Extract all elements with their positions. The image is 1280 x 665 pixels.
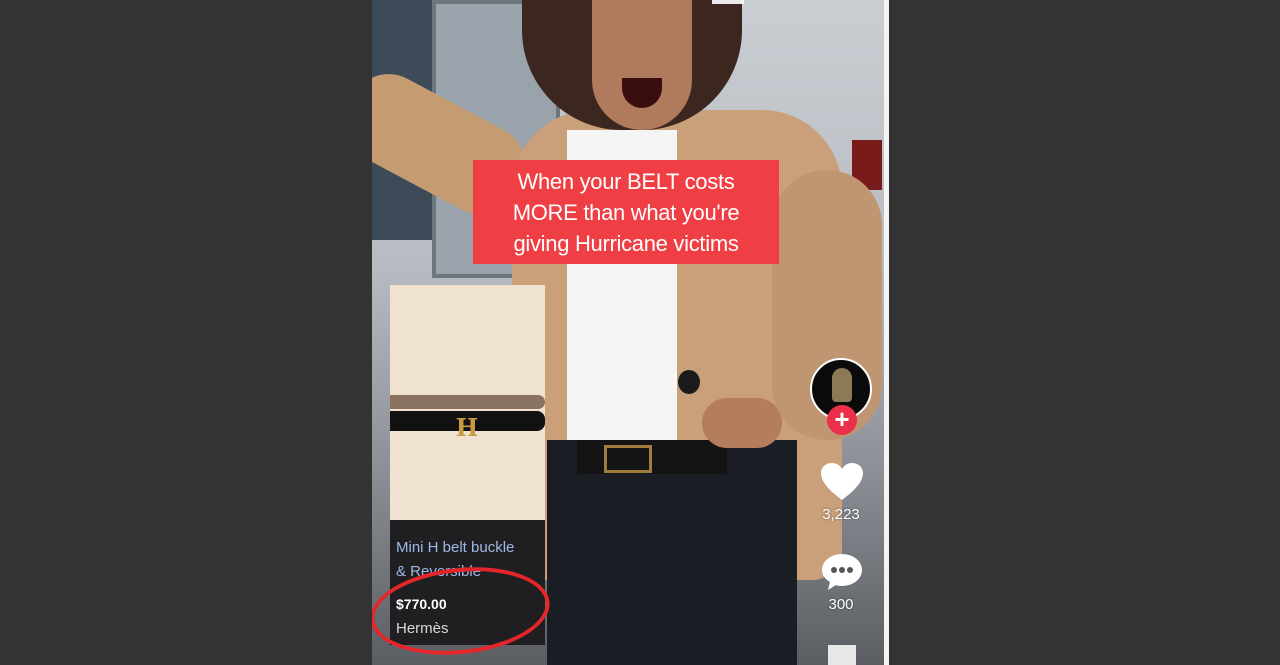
video-frame[interactable]: When your BELT costs MORE than what you'…	[372, 0, 888, 665]
brooch	[678, 370, 700, 394]
product-name-line: Mini H belt buckle	[396, 539, 515, 556]
hand-on-hip	[702, 398, 782, 448]
like-count: 3,223	[822, 506, 860, 523]
caption-line: When your BELT costs	[517, 168, 735, 194]
comment-count: 300	[828, 596, 854, 613]
caption-line: MORE than what you're	[512, 199, 740, 225]
top-indicator	[712, 0, 744, 4]
comment-icon[interactable]	[820, 552, 864, 592]
meme-caption: When your BELT costs MORE than what you'…	[473, 160, 779, 264]
belt	[577, 440, 727, 474]
product-image[interactable]: H	[390, 285, 545, 520]
plus-icon[interactable]: +	[827, 405, 857, 435]
bookmark-icon[interactable]	[828, 645, 856, 665]
caption-line: giving Hurricane victims	[513, 230, 739, 256]
belt-strap-reverse	[390, 395, 545, 409]
face	[592, 0, 692, 130]
frame-edge	[884, 0, 889, 665]
heart-icon[interactable]	[820, 462, 864, 502]
h-buckle-icon: H	[455, 413, 479, 442]
avatar-figure	[832, 368, 852, 402]
belt-buckle	[604, 445, 652, 473]
